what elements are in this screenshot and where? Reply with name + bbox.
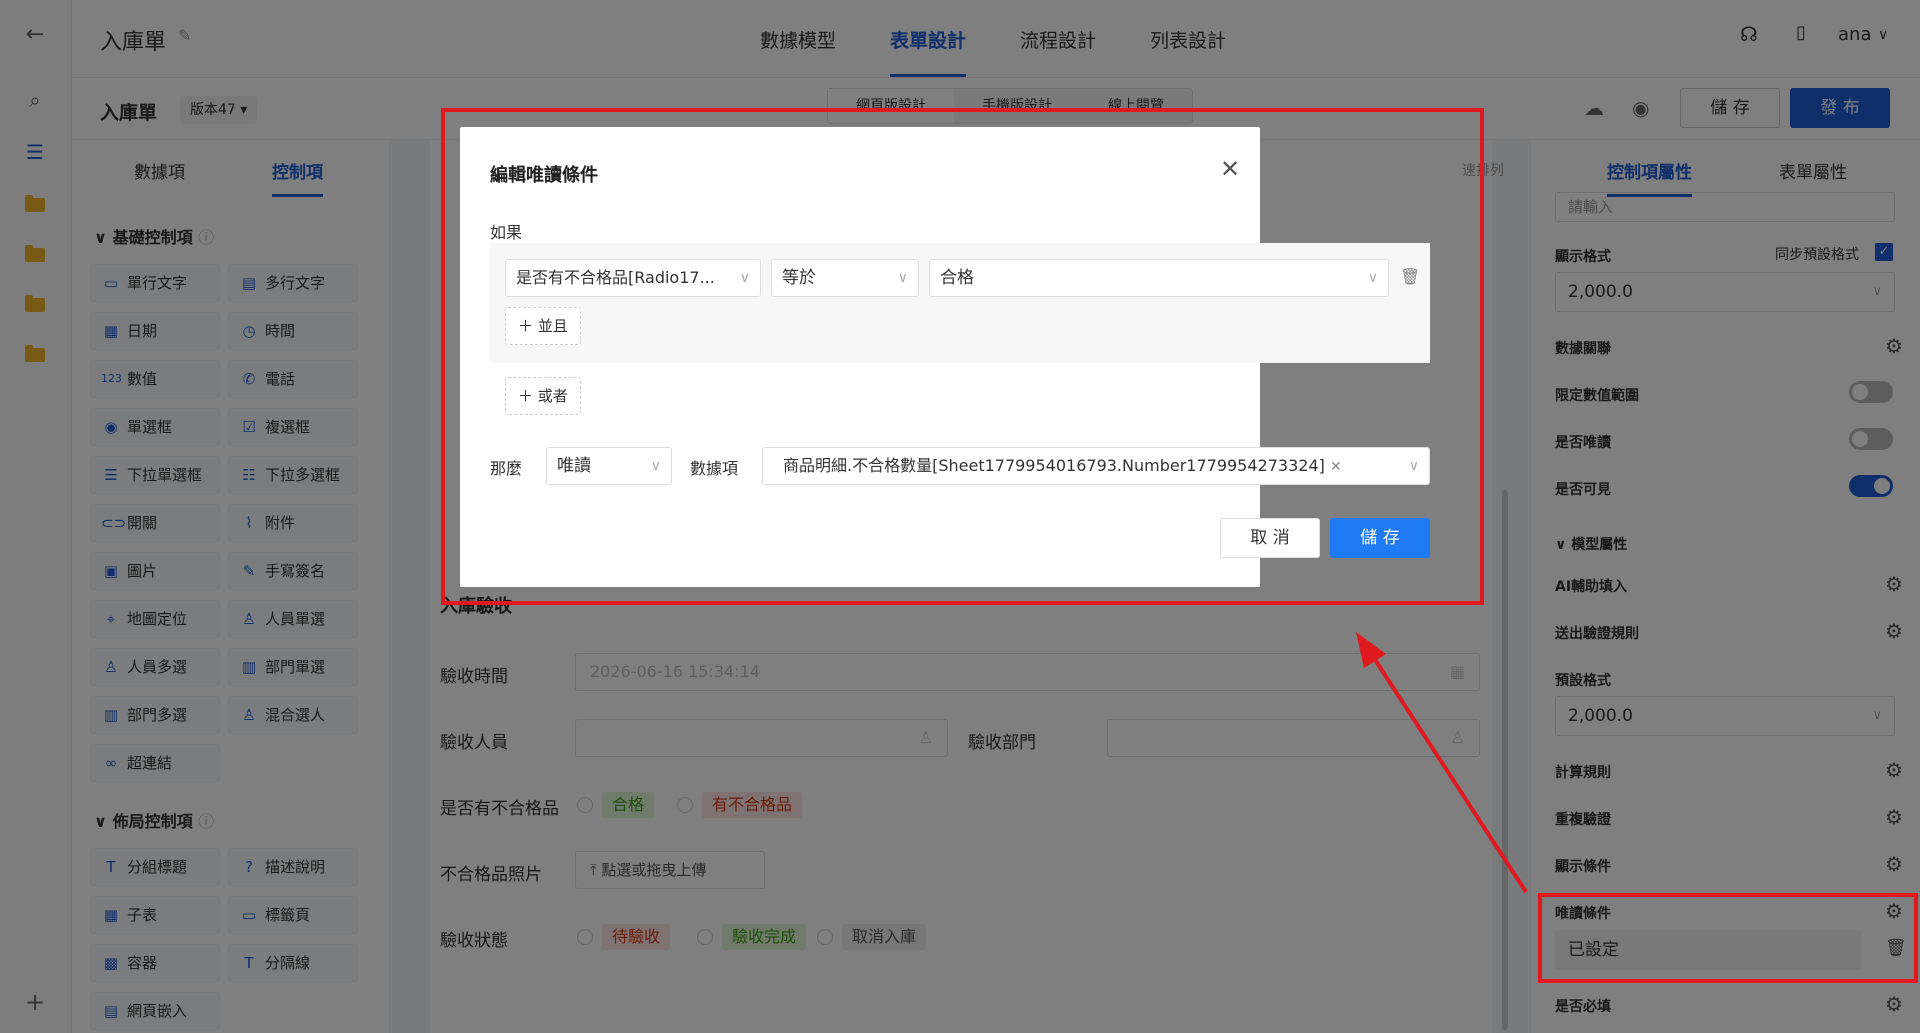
annotation-arrow [1356,632,1528,894]
